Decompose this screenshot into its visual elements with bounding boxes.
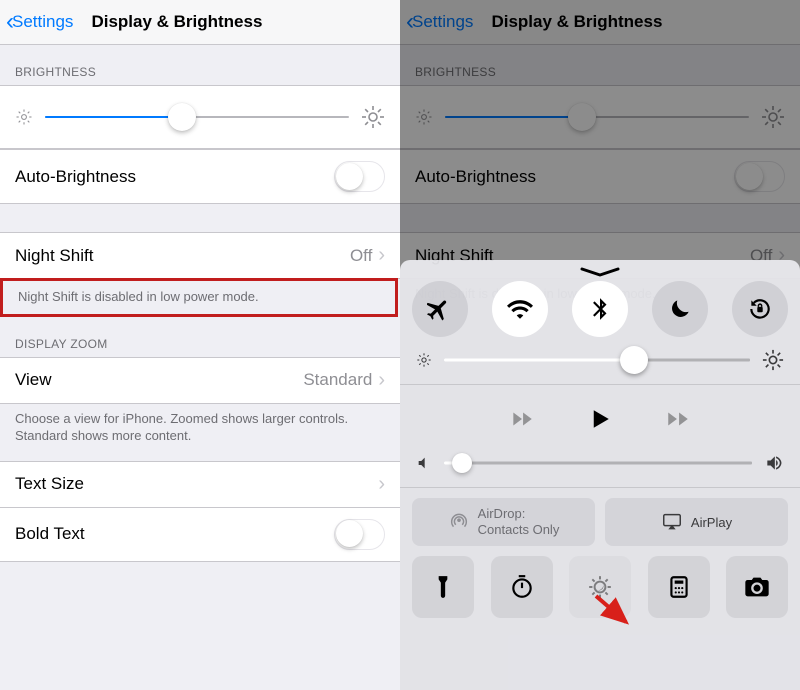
timer-button[interactable] [491, 556, 553, 618]
night-shift-value: Off [350, 246, 372, 266]
text-size-label: Text Size [15, 474, 84, 494]
grabber-icon[interactable] [580, 267, 620, 273]
bold-text-toggle[interactable] [334, 519, 385, 550]
sun-small-icon [415, 108, 433, 126]
night-shift-row[interactable]: Night Shift Off › [0, 232, 400, 279]
next-track-button[interactable] [663, 406, 693, 432]
play-button[interactable] [585, 403, 615, 435]
back-label: Settings [412, 12, 473, 32]
volume-high-icon [764, 453, 784, 473]
brightness-slider[interactable] [445, 103, 749, 131]
flashlight-icon [430, 574, 456, 600]
display-zoom-footer: Choose a view for iPhone. Zoomed shows l… [0, 403, 400, 461]
dnd-toggle[interactable] [652, 281, 708, 337]
back-button[interactable]: ‹ Settings [6, 10, 73, 34]
prev-track-button[interactable] [507, 406, 537, 432]
airplane-icon [427, 296, 453, 322]
view-value: Standard [303, 370, 372, 390]
camera-button[interactable] [726, 556, 788, 618]
chevron-right-icon: › [378, 473, 385, 496]
sun-large-icon [761, 105, 785, 129]
group-header-display-zoom: DISPLAY ZOOM [0, 317, 400, 357]
media-controls [412, 403, 788, 435]
brightness-slider-row[interactable] [400, 85, 800, 149]
bluetooth-icon [587, 296, 613, 322]
cc-toggle-row [412, 281, 788, 337]
nav-bar: ‹ Settings Display & Brightness [0, 0, 400, 45]
group-header-brightness: BRIGHTNESS [0, 45, 400, 85]
brightness-slider[interactable] [45, 103, 349, 131]
wifi-icon [507, 296, 533, 322]
sun-small-icon [15, 108, 33, 126]
night-shift-button[interactable] [569, 556, 631, 618]
page-title: Display & Brightness [91, 12, 262, 32]
view-row[interactable]: View Standard › [0, 357, 400, 404]
brightness-slider-row[interactable] [0, 85, 400, 149]
flashlight-button[interactable] [412, 556, 474, 618]
highlight-annotation: Night Shift is disabled in low power mod… [0, 278, 398, 317]
auto-brightness-toggle[interactable] [734, 161, 785, 192]
sun-small-icon [416, 352, 432, 368]
airplay-button[interactable]: AirPlay [605, 498, 788, 546]
moon-icon [667, 296, 693, 322]
bold-text-row: Bold Text [0, 507, 400, 562]
back-label: Settings [12, 12, 73, 32]
sun-large-icon [762, 349, 784, 371]
auto-brightness-label: Auto-Brightness [415, 167, 536, 187]
night-shift-icon [587, 574, 613, 600]
wifi-toggle[interactable] [492, 281, 548, 337]
back-button[interactable]: ‹ Settings [406, 10, 473, 34]
airbox-row: AirDrop: Contacts Only AirPlay [412, 498, 788, 546]
airplane-toggle[interactable] [412, 281, 468, 337]
airdrop-button[interactable]: AirDrop: Contacts Only [412, 498, 595, 546]
settings-screen-left: ‹ Settings Display & Brightness BRIGHTNE… [0, 0, 400, 690]
sun-large-icon [361, 105, 385, 129]
control-center: AirDrop: Contacts Only AirPlay [400, 260, 800, 690]
cc-volume-row[interactable] [416, 449, 784, 477]
cc-volume-slider[interactable] [444, 449, 752, 477]
page-title: Display & Brightness [491, 12, 662, 32]
auto-brightness-toggle[interactable] [334, 161, 385, 192]
chevron-right-icon: › [378, 369, 385, 392]
camera-icon [743, 573, 771, 601]
bluetooth-toggle[interactable] [572, 281, 628, 337]
rotation-lock-toggle[interactable] [732, 281, 788, 337]
airdrop-icon [448, 511, 470, 533]
airplay-icon [661, 511, 683, 533]
divider [400, 384, 800, 385]
divider [400, 487, 800, 488]
airdrop-subtitle: Contacts Only [478, 522, 560, 538]
night-shift-footer: Night Shift is disabled in low power mod… [3, 281, 395, 314]
auto-brightness-row: Auto-Brightness [0, 149, 400, 204]
timer-icon [509, 574, 535, 600]
auto-brightness-label: Auto-Brightness [15, 167, 136, 187]
airdrop-title: AirDrop: [478, 506, 560, 522]
airplay-label: AirPlay [691, 515, 732, 530]
chevron-right-icon: › [378, 244, 385, 267]
shortcut-row [412, 556, 788, 618]
view-label: View [15, 370, 52, 390]
settings-screen-right: ‹ Settings Display & Brightness BRIGHTNE… [400, 0, 800, 690]
group-header-brightness: BRIGHTNESS [400, 45, 800, 85]
volume-low-icon [416, 455, 432, 471]
auto-brightness-row: Auto-Brightness [400, 149, 800, 204]
bold-text-label: Bold Text [15, 524, 85, 544]
text-size-row[interactable]: Text Size › [0, 461, 400, 508]
rotation-lock-icon [747, 296, 773, 322]
cc-brightness-slider-row[interactable] [416, 346, 784, 374]
night-shift-label: Night Shift [15, 246, 93, 266]
nav-bar: ‹ Settings Display & Brightness [400, 0, 800, 45]
cc-brightness-slider[interactable] [444, 346, 750, 374]
calculator-icon [666, 574, 692, 600]
calculator-button[interactable] [648, 556, 710, 618]
